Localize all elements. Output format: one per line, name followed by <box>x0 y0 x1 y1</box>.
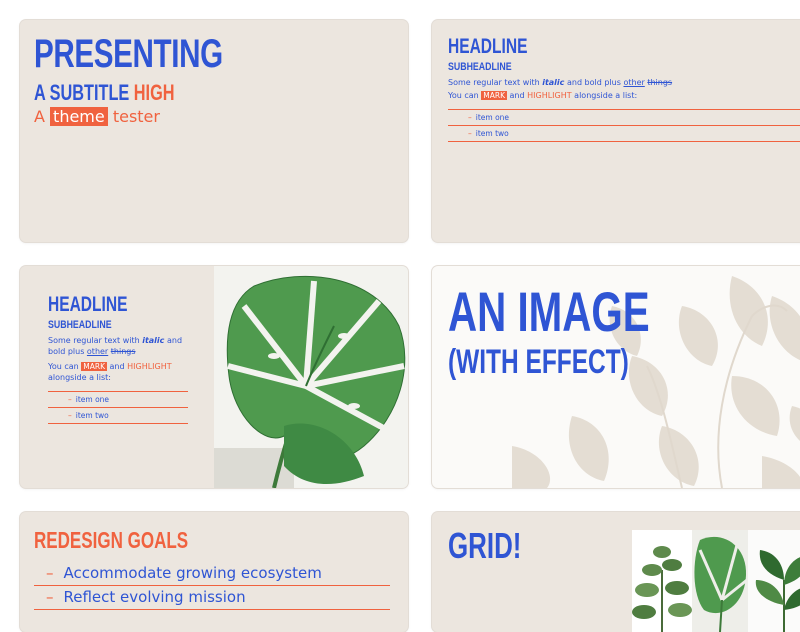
highlight-text: HIGHLIGHT <box>127 362 172 371</box>
list-item-label: item one <box>475 113 510 122</box>
slide-content: HEADLINE SUBHEADLINE Some regular text w… <box>448 36 800 142</box>
subtitle-highlight: HIGH <box>133 80 175 105</box>
highlight-text: HIGHLIGHT <box>527 91 572 100</box>
item-list: – item one – item two <box>48 392 188 424</box>
strikethrough-text: things <box>110 347 136 356</box>
body-text-2: You can MARK and HIGHLIGHT alongside a l… <box>448 90 800 101</box>
text-run: alongside a list: <box>48 373 111 382</box>
subtitle-text: A SUBTITLE <box>34 80 134 105</box>
text-run: and bold plus <box>564 78 624 87</box>
image-slide-subtitle: (WITH EFFECT) <box>448 343 629 381</box>
text-run: and <box>506 91 528 100</box>
list-item-label: item one <box>75 395 110 404</box>
monstera-leaf-icon <box>692 530 748 632</box>
slide-grid[interactable]: GRID! <box>432 512 800 632</box>
goal-label: Accommodate growing ecosystem <box>63 564 322 582</box>
goal-label: Reflect evolving mission <box>63 588 246 606</box>
image-slide-title: AN IMAGE <box>448 280 650 343</box>
mark-text: MARK <box>81 362 107 371</box>
list-item: – Reflect evolving mission <box>34 586 390 610</box>
tagline-text-a: A <box>34 107 45 126</box>
slide-headline-text[interactable]: HEADLINE SUBHEADLINE Some regular text w… <box>432 20 800 242</box>
body-text-1: Some regular text with italic and bold p… <box>448 77 800 88</box>
underlined-text: other <box>86 347 109 356</box>
list-item: – Accommodate growing ecosystem <box>34 562 390 586</box>
text-run: Some regular text with <box>448 78 543 87</box>
subheadline: SUBHEADLINE <box>448 61 512 73</box>
plant-icon <box>748 530 800 632</box>
italic-text: italic <box>542 78 565 87</box>
tagline-text-b: tester <box>112 107 160 126</box>
italic-text: italic <box>142 336 165 345</box>
mark-text: MARK <box>481 91 507 100</box>
slide-subtitle: A SUBTITLE HIGH <box>34 82 174 104</box>
grid-title: GRID! <box>448 525 522 566</box>
list-item: – item two <box>48 408 188 424</box>
goals-title: REDESIGN GOALS <box>34 527 189 553</box>
text-run: alongside a list: <box>571 91 638 100</box>
slide-headline-image[interactable]: HEADLINE SUBHEADLINE Some regular text w… <box>20 266 408 488</box>
slide-tagline: A theme tester <box>34 107 160 127</box>
list-item: – item two <box>448 126 800 142</box>
list-item-label: item two <box>75 411 109 420</box>
tagline-mark: theme <box>50 107 108 126</box>
text-run: You can <box>448 91 482 100</box>
slide-image-effect[interactable]: AN IMAGE (WITH EFFECT) <box>432 266 800 488</box>
slide-redesign-goals[interactable]: REDESIGN GOALS – Accommodate growing ecos… <box>20 512 408 632</box>
text-run: Some regular text with <box>48 336 143 345</box>
text-run: and <box>106 362 128 371</box>
text-run: You can <box>48 362 82 371</box>
slide-content: HEADLINE SUBHEADLINE Some regular text w… <box>48 294 188 424</box>
subheadline: SUBHEADLINE <box>48 319 112 331</box>
list-item: – item one <box>448 110 800 126</box>
slide-title[interactable]: PRESENTING A SUBTITLE HIGH A theme teste… <box>20 20 408 242</box>
body-text-2: You can MARK and HIGHLIGHT alongside a l… <box>48 361 188 383</box>
monstera-leaf-icon <box>214 266 408 488</box>
list-item: – item one <box>48 392 188 408</box>
strikethrough-text: things <box>647 78 673 87</box>
headline: HEADLINE <box>48 293 128 316</box>
goals-list: – Accommodate growing ecosystem – Reflect … <box>34 562 390 610</box>
body-text-1: Some regular text with italic and bold p… <box>48 335 188 357</box>
plant-icon <box>632 530 692 632</box>
item-list: – item one – item two <box>448 110 800 142</box>
underlined-text: other <box>623 78 645 87</box>
list-item-label: item two <box>475 129 509 138</box>
slide-title-heading: PRESENTING <box>34 32 223 76</box>
headline: HEADLINE <box>448 35 528 58</box>
